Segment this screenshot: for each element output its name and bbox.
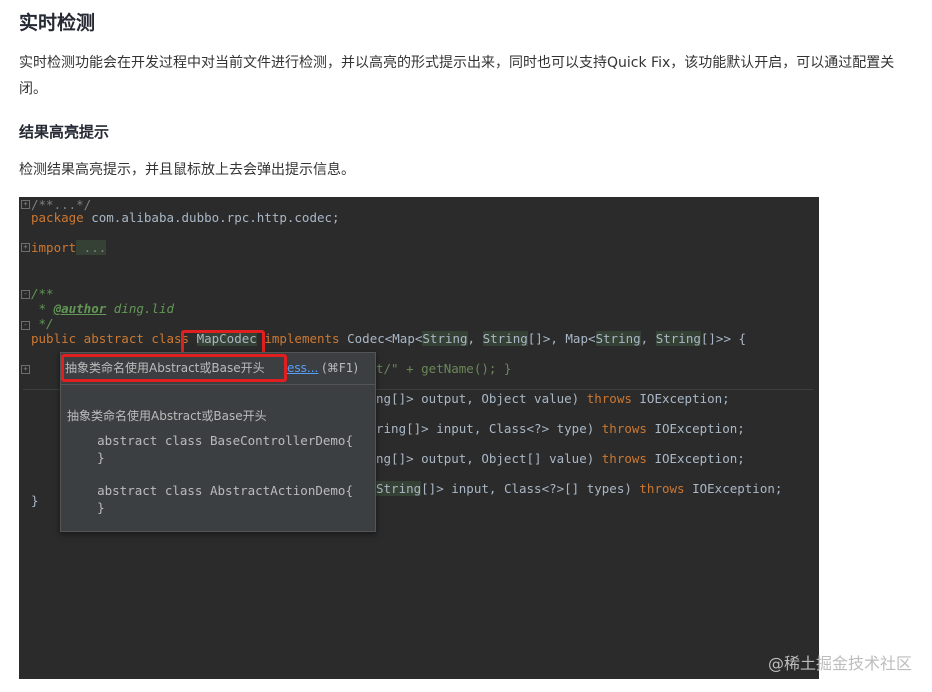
- code-line: ring[]> input, Class<?> type) throws IOE…: [376, 421, 745, 436]
- code-line: */: [31, 316, 54, 331]
- fold-icon[interactable]: -: [21, 321, 30, 330]
- example-code: abstract class BaseControllerDemo{ }: [97, 433, 353, 465]
- fold-icon[interactable]: +: [21, 243, 30, 252]
- inspection-tooltip: 抽象类命名使用Abstract或Base开头 ess... (⌘F1) 抽象类命…: [60, 352, 376, 532]
- code-line: t/" + getName(); }: [376, 361, 512, 376]
- article-title: 实时检测: [19, 12, 96, 34]
- watermark: @稀土掘金技术社区: [767, 654, 912, 673]
- article-intro: 实时检测功能会在开发过程中对当前文件进行检测，并以高亮的形式提示出来，同时也可以…: [19, 55, 895, 97]
- code-line: String[]> input, Class<?>[] types) throw…: [376, 481, 783, 496]
- section-subtitle: 结果高亮提示: [19, 123, 110, 141]
- fold-icon[interactable]: +: [21, 200, 30, 209]
- tooltip-header: 抽象类命名使用Abstract或Base开头: [65, 361, 265, 375]
- tooltip-title: 抽象类命名使用Abstract或Base开头: [67, 409, 267, 423]
- fold-icon[interactable]: -: [21, 290, 30, 299]
- code-line: }: [31, 493, 39, 508]
- section-desc: 检测结果高亮提示，并且鼠标放上去会弹出提示信息。: [19, 162, 355, 178]
- code-line: public abstract class MapCodec implement…: [31, 331, 747, 346]
- code-editor-screenshot: + /**...*/ package com.alibaba.dubbo.rpc…: [19, 197, 819, 679]
- divider: [61, 384, 375, 385]
- code-line: package com.alibaba.dubbo.rpc.http.codec…: [31, 210, 340, 225]
- code-line: import ...: [31, 240, 107, 255]
- fold-icon[interactable]: +: [21, 365, 30, 374]
- example-code: abstract class AbstractActionDemo{ }: [97, 483, 353, 515]
- tooltip-more-link[interactable]: ess... (⌘F1): [287, 357, 358, 379]
- code-line: * @author ding.lid: [31, 301, 174, 316]
- code-line: ng[]> output, Object[] value) throws IOE…: [376, 451, 745, 466]
- code-line: ng[]> output, Object value) throws IOExc…: [376, 391, 730, 406]
- code-line: /**: [31, 286, 54, 301]
- shortcut-hint: (⌘F1): [318, 361, 359, 375]
- more-link[interactable]: ess...: [287, 361, 318, 375]
